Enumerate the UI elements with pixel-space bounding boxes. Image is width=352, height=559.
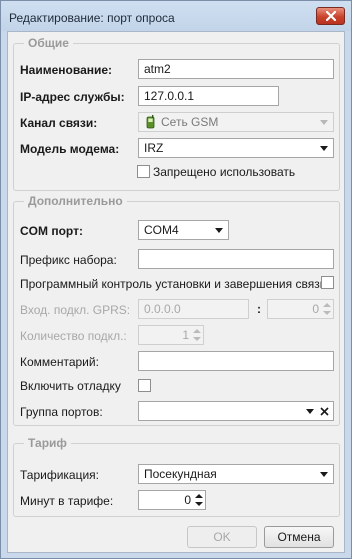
dialog-window: Редактирование: порт опроса Общие Наимен…	[0, 0, 352, 559]
conn-count-spinner[interactable]: 1	[138, 325, 204, 345]
gprs-ip-input[interactable]: 0.0.0.0	[138, 299, 249, 319]
channel-label: Канал связи:	[20, 116, 98, 130]
modem-label: Модель модема:	[20, 142, 120, 156]
forbidden-checkbox[interactable]	[137, 165, 150, 178]
chevron-down-icon	[320, 120, 328, 125]
gprs-port-separator: :	[257, 302, 261, 316]
chevron-down-icon	[320, 146, 328, 151]
spinner-arrows-icon	[322, 301, 332, 317]
modem-select[interactable]: IRZ	[138, 138, 334, 158]
chevron-down-icon	[215, 228, 223, 233]
program-control-label: Программный контроль установки и заверше…	[20, 277, 327, 291]
tariff-legend: Тариф	[24, 436, 71, 450]
ok-button[interactable]: OK	[187, 526, 257, 548]
ip-input[interactable]: 127.0.0.1	[138, 86, 279, 106]
com-port-select[interactable]: COM4	[138, 220, 229, 240]
dialog-body: Общие Наименование: atm2 IP-адрес службы…	[7, 31, 345, 553]
modem-value: IRZ	[144, 141, 164, 155]
port-group-select[interactable]	[138, 401, 334, 421]
chevron-down-icon	[320, 472, 328, 477]
cancel-button[interactable]: Отмена	[264, 526, 334, 548]
minutes-spinner[interactable]: 0	[138, 490, 206, 510]
spinner-arrows-icon[interactable]	[194, 492, 204, 508]
conn-count-label: Количество подкл.:	[20, 329, 127, 343]
program-control-checkbox[interactable]	[321, 276, 334, 289]
gsm-phone-icon	[146, 115, 155, 129]
window-title: Редактирование: порт опроса	[9, 11, 175, 25]
debug-label: Включить отладку	[20, 379, 121, 393]
gprs-port-value: 0	[312, 302, 319, 316]
comment-label: Комментарий:	[20, 355, 99, 369]
com-port-label: COM порт:	[20, 224, 83, 238]
tarification-select[interactable]: Посекундная	[138, 464, 334, 484]
prefix-label: Префикс набора:	[20, 253, 117, 267]
name-input[interactable]: atm2	[138, 59, 334, 79]
ip-label: IP-адрес службы:	[20, 90, 125, 104]
chevron-down-icon[interactable]	[306, 409, 314, 414]
tarification-label: Тарификация:	[20, 468, 100, 482]
close-button[interactable]	[316, 7, 345, 25]
clear-icon[interactable]	[320, 407, 329, 416]
gprs-port-spinner[interactable]: 0	[267, 299, 334, 319]
com-port-value: COM4	[144, 223, 179, 237]
port-group-label: Группа портов:	[20, 405, 103, 419]
minutes-label: Минут в тарифе:	[20, 494, 114, 508]
general-legend: Общие	[24, 36, 73, 50]
tarification-value: Посекундная	[144, 467, 217, 481]
gprs-label: Вход. подкл. GPRS:	[20, 303, 131, 317]
conn-count-value: 1	[182, 328, 189, 342]
channel-select[interactable]: Сеть GSM	[138, 112, 334, 132]
comment-input[interactable]	[138, 351, 334, 371]
name-label: Наименование:	[20, 63, 113, 77]
channel-value: Сеть GSM	[161, 115, 219, 129]
additional-legend: Дополнительно	[24, 194, 127, 208]
minutes-value: 0	[184, 493, 191, 507]
prefix-input[interactable]	[138, 249, 334, 269]
close-icon	[326, 11, 336, 21]
forbidden-label: Запрещено использовать	[153, 165, 296, 179]
title-bar[interactable]: Редактирование: порт опроса	[1, 1, 351, 31]
spinner-arrows-icon	[192, 327, 202, 343]
debug-checkbox[interactable]	[138, 379, 151, 392]
